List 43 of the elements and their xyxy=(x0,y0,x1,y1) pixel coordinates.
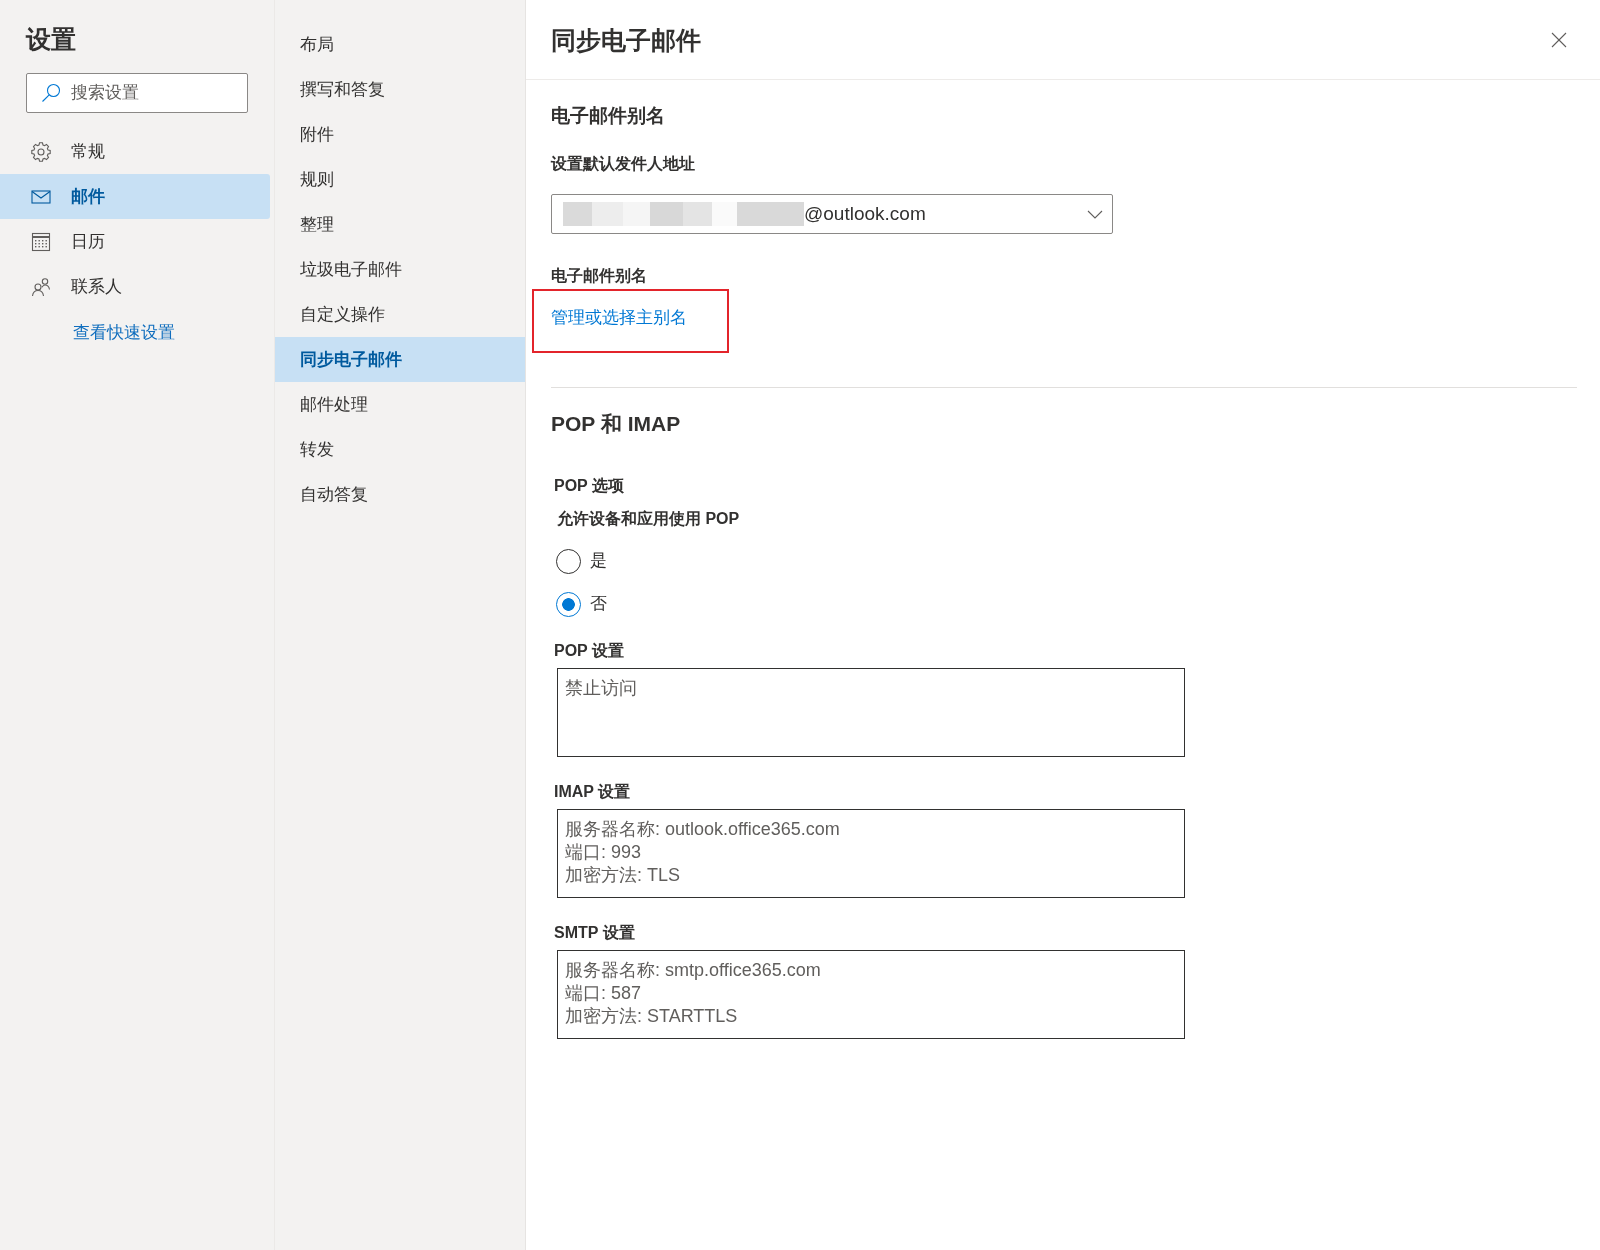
search-field[interactable]: 搜索设置 xyxy=(26,73,248,113)
panel-title: 同步电子邮件 xyxy=(551,24,701,56)
field-label: SMTP 设置 xyxy=(554,923,636,943)
field-label: POP 选项 xyxy=(554,476,625,496)
category-item[interactable]: 撰写和答复 xyxy=(275,67,525,112)
close-icon xyxy=(1551,31,1567,48)
sidebar-item[interactable]: 常规 xyxy=(0,129,270,174)
field-label: 允许设备和应用使用 POP xyxy=(557,509,741,529)
radio-label[interactable]: 否 xyxy=(590,591,607,617)
field-label: 电子邮件别名 xyxy=(551,266,648,286)
field-label: POP 设置 xyxy=(554,641,625,661)
category-item[interactable]: 布局 xyxy=(275,22,525,67)
category-item[interactable]: 同步电子邮件 xyxy=(275,337,525,382)
category-item[interactable]: 自动答复 xyxy=(275,472,525,517)
manage-aliases-link[interactable]: 管理或选择主别名 xyxy=(551,308,687,327)
calendar-icon xyxy=(31,231,51,252)
chevron-down-icon xyxy=(1087,209,1103,219)
radio-button[interactable] xyxy=(556,591,581,617)
category-item[interactable]: 整理 xyxy=(275,202,525,247)
settings-textbox[interactable]: 服务器名称: outlook.office365.com 端口: 993 加密方法: TLS xyxy=(557,809,1185,898)
section-heading: 电子邮件别名 xyxy=(551,104,666,128)
radio-button[interactable] xyxy=(556,548,581,574)
sidebar-item[interactable]: 联系人 xyxy=(0,264,270,309)
gear-icon xyxy=(31,141,51,162)
sidebar-item[interactable]: 邮件 xyxy=(0,174,270,219)
settings-textbox[interactable]: 服务器名称: smtp.office365.com 端口: 587 加密方法: STARTTLS xyxy=(557,950,1185,1039)
field-label: 设置默认发件人地址 xyxy=(551,154,696,174)
category-item[interactable]: 转发 xyxy=(275,427,525,472)
quick-settings-link[interactable]: 查看快速设置 xyxy=(73,320,175,346)
radio-label[interactable]: 是 xyxy=(590,548,607,574)
settings-textbox[interactable]: 禁止访问 xyxy=(557,668,1185,757)
sender-address-dropdown[interactable]: @outlook.com xyxy=(551,194,1113,234)
settings-title: 设置 xyxy=(26,24,77,55)
field-label: IMAP 设置 xyxy=(554,782,632,802)
section-heading: POP 和 IMAP xyxy=(551,411,682,437)
category-item[interactable]: 规则 xyxy=(275,157,525,202)
category-item[interactable]: 邮件处理 xyxy=(275,382,525,427)
people-icon xyxy=(31,276,51,297)
sidebar-item[interactable]: 日历 xyxy=(0,219,270,264)
category-item[interactable]: 自定义操作 xyxy=(275,292,525,337)
search-icon xyxy=(41,83,61,103)
category-item[interactable]: 垃圾电子邮件 xyxy=(275,247,525,292)
category-item[interactable]: 附件 xyxy=(275,112,525,157)
